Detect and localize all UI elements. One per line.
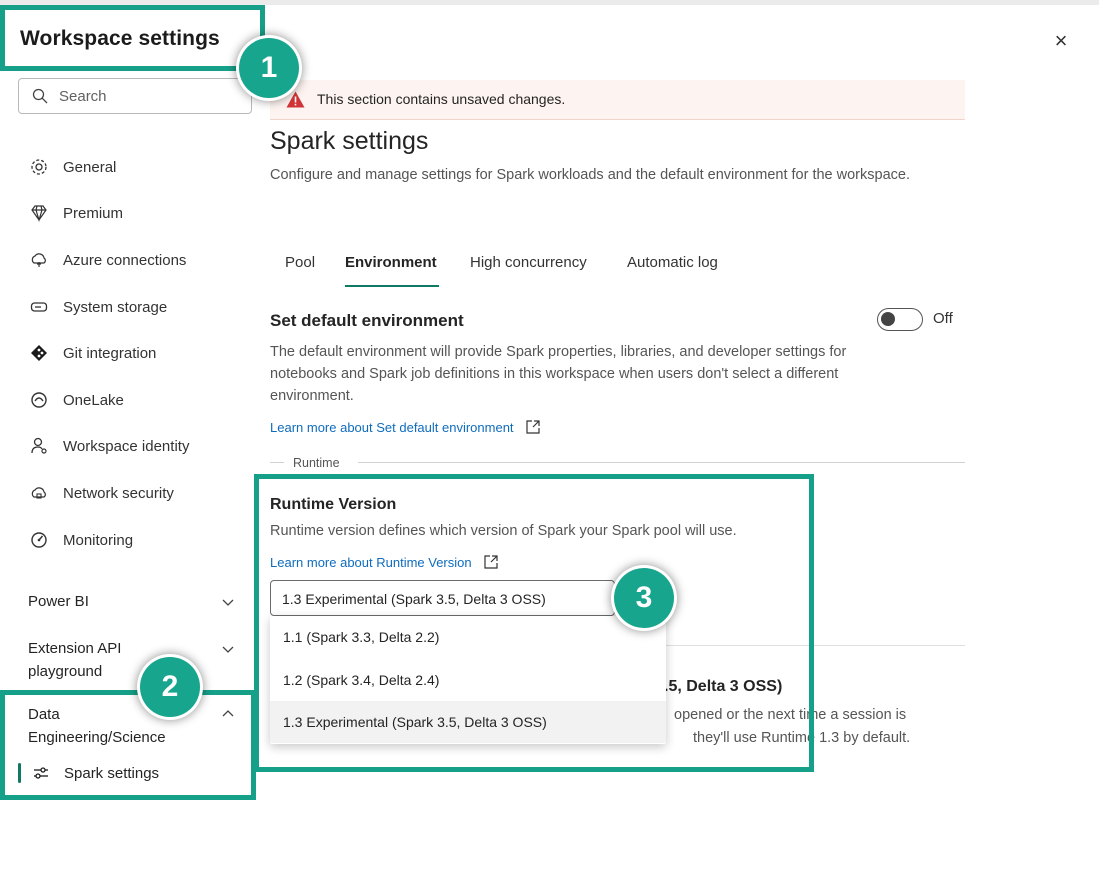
sidebar-item-system-storage[interactable]: System storage [28, 293, 167, 321]
callout-badge-2: 2 [140, 657, 200, 717]
warning-icon [286, 91, 305, 108]
chevron-down-icon[interactable] [220, 594, 236, 610]
gear-icon [28, 156, 50, 178]
diamond-icon [28, 202, 50, 224]
toggle-label: Off [933, 310, 953, 327]
default-environment-title: Set default environment [270, 311, 464, 330]
active-tab-indicator [345, 285, 439, 287]
search-icon [32, 88, 48, 104]
sidebar-item-label: Premium [63, 204, 124, 222]
section-description: Configure and manage settings for Spark … [270, 167, 910, 183]
sidebar-item-label: Monitoring [63, 531, 134, 549]
tab-high-concurrency[interactable]: High concurrency [470, 254, 587, 271]
sidebar-item-label: OneLake [63, 391, 124, 409]
sidebar-item-label: Network security [63, 484, 174, 502]
link-text: Learn more about Set default environment [270, 420, 514, 435]
callout-box-2 [0, 690, 256, 800]
sidebar-item-general[interactable]: General [28, 153, 116, 181]
callout-badge-1: 1 [239, 38, 299, 98]
divider [358, 462, 965, 463]
cloud-lock-icon [28, 482, 50, 504]
sidebar-item-network-security[interactable]: Network security [28, 479, 174, 507]
tab-environment[interactable]: Environment [345, 254, 437, 271]
search-input[interactable]: Search [18, 78, 252, 114]
tab-pool[interactable]: Pool [285, 254, 315, 271]
sidebar-item-label: Workspace identity [63, 437, 190, 455]
external-link-icon [526, 420, 540, 434]
callout-badge-3: 3 [614, 568, 674, 628]
git-icon [28, 342, 50, 364]
tab-automatic-log[interactable]: Automatic log [627, 254, 718, 271]
storage-icon [28, 296, 50, 318]
sidebar-item-onelake[interactable]: OneLake [28, 386, 124, 414]
cloud-plug-icon [28, 249, 50, 271]
toggle-knob [881, 312, 895, 326]
section-power-bi[interactable]: Power BI [28, 590, 89, 613]
default-environment-toggle[interactable] [877, 308, 923, 331]
sidebar-item-azure-connections[interactable]: Azure connections [28, 246, 186, 274]
sidebar-item-git-integration[interactable]: Git integration [28, 339, 156, 367]
default-environment-link[interactable]: Learn more about Set default environment [270, 419, 541, 435]
chevron-down-icon[interactable] [220, 641, 236, 657]
sidebar-item-label: System storage [63, 298, 168, 316]
sidebar-item-label: Azure connections [63, 251, 187, 269]
identity-icon [28, 435, 50, 457]
sidebar-item-monitoring[interactable]: Monitoring [28, 526, 133, 554]
gauge-icon [28, 529, 50, 551]
sidebar-item-label: General [63, 158, 117, 176]
sidebar-item-label: Git integration [63, 344, 157, 362]
close-icon[interactable]: × [1048, 28, 1074, 54]
search-placeholder: Search [59, 88, 107, 105]
callout-box-1 [0, 5, 265, 71]
sidebar-item-workspace-identity[interactable]: Workspace identity [28, 432, 189, 460]
divider [270, 462, 284, 463]
runtime-group-label: Runtime [293, 456, 340, 470]
warning-message: This section contains unsaved changes. [317, 91, 566, 107]
section-title: Spark settings [270, 127, 429, 155]
callout-box-3 [254, 474, 814, 772]
sidebar-item-premium[interactable]: Premium [28, 199, 123, 227]
default-environment-description: The default environment will provide Spa… [270, 344, 847, 404]
unsaved-changes-banner: This section contains unsaved changes. [270, 80, 965, 120]
onelake-icon [28, 389, 50, 411]
